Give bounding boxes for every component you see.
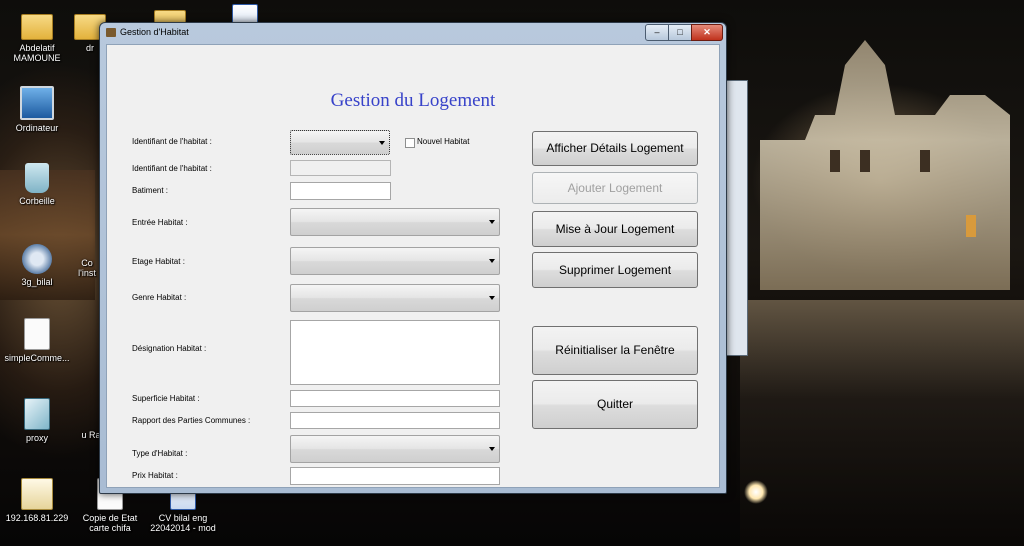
background-window-edge: [724, 80, 748, 356]
nouvel-habitat-label: Nouvel Habitat: [417, 137, 470, 146]
minimize-button[interactable]: –: [645, 24, 669, 41]
entree-dropdown[interactable]: [290, 208, 500, 236]
etage-label: Etage Habitat :: [132, 257, 185, 266]
id-habitat-label: Identifiant de l'habitat :: [132, 137, 212, 146]
script-icon: [24, 398, 50, 430]
wallpaper-window: [920, 150, 930, 172]
desktop-icon-label: Co l'inst: [78, 258, 96, 278]
supprimer-logement-button[interactable]: Supprimer Logement: [532, 252, 698, 288]
desktop-icon-user[interactable]: Abdelatif MAMOUNE: [2, 8, 72, 63]
id-habitat-label-2: Identifiant de l'habitat :: [132, 164, 212, 173]
etage-dropdown[interactable]: [290, 247, 500, 275]
entree-label: Entrée Habitat :: [132, 218, 188, 227]
reinitialiser-button[interactable]: Réinitialiser la Fenêtre: [532, 326, 698, 375]
chevron-down-icon: [489, 220, 495, 224]
quitter-button[interactable]: Quitter: [532, 380, 698, 429]
ajouter-logement-button[interactable]: Ajouter Logement: [532, 172, 698, 204]
id-habitat-field[interactable]: [290, 160, 391, 176]
window-client-area: Gestion du Logement Identifiant de l'hab…: [106, 44, 720, 488]
desktop-icon-label: CV bilal eng 22042014 - mod: [150, 513, 216, 533]
desktop-icon-corbeille[interactable]: Corbeille: [2, 163, 72, 206]
type-dropdown[interactable]: [290, 435, 500, 463]
window-titlebar[interactable]: Gestion d'Habitat – □ ✕: [100, 23, 726, 43]
genre-dropdown[interactable]: [290, 284, 500, 312]
desktop-icon-label: 3g_bilal: [21, 277, 53, 287]
desktop-icon-3g-bilal[interactable]: 3g_bilal: [2, 244, 72, 287]
document-icon: [24, 318, 50, 350]
rapport-label: Rapport des Parties Communes :: [132, 416, 251, 425]
id-habitat-dropdown[interactable]: [290, 130, 390, 155]
designation-label: Désignation Habitat :: [132, 344, 207, 353]
wallpaper-lit-window: [966, 215, 976, 237]
wallpaper-window: [830, 150, 840, 172]
gear-shortcut-icon: [22, 244, 52, 274]
wallpaper-street-lamp: [744, 480, 768, 504]
batiment-field[interactable]: [290, 182, 391, 200]
desktop-icon-ordinateur[interactable]: Ordinateur: [2, 86, 72, 133]
prix-field[interactable]: [290, 467, 500, 485]
mise-a-jour-button[interactable]: Mise à Jour Logement: [532, 211, 698, 247]
gestion-habitat-window: Gestion d'Habitat – □ ✕ Gestion du Logem…: [99, 22, 727, 494]
computer-icon: [20, 86, 54, 120]
desktop-icon-ip[interactable]: 192.168.81.229: [2, 478, 72, 523]
page-title: Gestion du Logement: [330, 90, 496, 111]
chevron-down-icon: [489, 447, 495, 451]
batiment-label: Batiment :: [132, 186, 169, 195]
close-button[interactable]: ✕: [691, 24, 723, 41]
genre-label: Genre Habitat :: [132, 293, 187, 302]
designation-textarea[interactable]: [290, 320, 500, 385]
desktop-icon-simplecomme[interactable]: simpleComme...: [2, 318, 72, 363]
chevron-down-icon: [489, 259, 495, 263]
prix-label: Prix Habitat :: [132, 471, 178, 480]
chevron-down-icon: [379, 141, 385, 145]
wallpaper-window: [860, 150, 870, 172]
desktop-icon-proxy[interactable]: proxy: [2, 398, 72, 443]
certificate-icon: [21, 478, 53, 510]
desktop-icon-label: simpleComme...: [4, 353, 70, 363]
app-icon: [106, 28, 116, 37]
wallpaper-water-reflection: [740, 300, 1024, 546]
desktop-icon-installer[interactable]: Co l'inst: [72, 258, 102, 278]
desktop-icon-label: proxy: [25, 433, 48, 443]
maximize-button[interactable]: □: [668, 24, 692, 41]
rapport-field[interactable]: [290, 412, 500, 429]
window-title: Gestion d'Habitat: [120, 27, 189, 37]
desktop-icon-label: dr: [85, 43, 94, 53]
desktop-icon-label: u Ra: [81, 430, 101, 440]
recycle-bin-icon: [25, 163, 49, 193]
desktop-icon-label: 192.168.81.229: [5, 513, 69, 523]
desktop-icon-label: Copie de Etat carte chifa: [82, 513, 138, 533]
type-label: Type d'Habitat :: [132, 449, 188, 458]
superficie-label: Superficie Habitat :: [132, 394, 200, 403]
user-folder-icon: [21, 14, 53, 40]
wallpaper-building: [760, 40, 1010, 290]
nouvel-habitat-checkbox[interactable]: [405, 138, 415, 148]
superficie-field[interactable]: [290, 390, 500, 407]
afficher-details-button[interactable]: Afficher Détails Logement: [532, 131, 698, 166]
chevron-down-icon: [489, 296, 495, 300]
desktop-icon-label: Abdelatif MAMOUNE: [13, 43, 61, 63]
desktop-icon-label: Corbeille: [19, 196, 55, 206]
desktop-icon-label: Ordinateur: [15, 123, 59, 133]
